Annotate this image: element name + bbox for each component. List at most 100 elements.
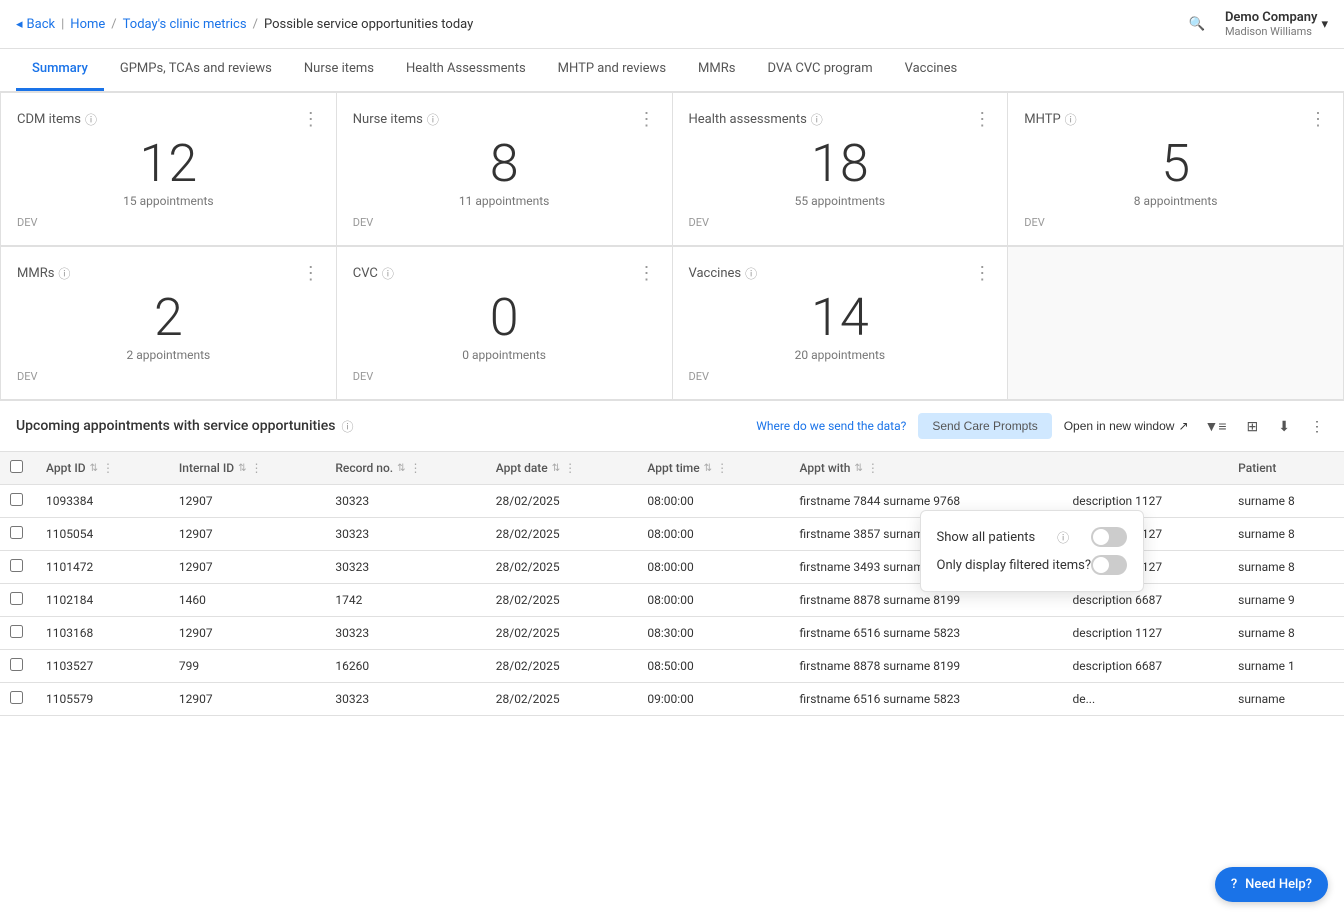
- tab-nurse[interactable]: Nurse items: [288, 49, 390, 91]
- sort-record-no[interactable]: ⇅: [397, 463, 405, 474]
- menu-internal-id[interactable]: ⋮: [250, 461, 262, 475]
- cvc-info-icon[interactable]: ⓘ: [382, 265, 394, 282]
- app-header: ◂ Back | Home / Today's clinic metrics /…: [0, 0, 1344, 49]
- download-icon-button[interactable]: ⬇: [1274, 414, 1294, 439]
- tab-gpmps[interactable]: GPMPs, TCAs and reviews: [104, 49, 288, 91]
- cell-patient: surname 1: [1228, 650, 1344, 683]
- tab-bar: Summary GPMPs, TCAs and reviews Nurse it…: [0, 49, 1344, 92]
- options-popup: Show all patients ⓘ Only display filtere…: [920, 510, 1144, 592]
- health-info-icon[interactable]: ⓘ: [811, 111, 823, 128]
- sort-appt-time[interactable]: ⇅: [704, 463, 712, 474]
- mhtp-menu-icon[interactable]: ⋮: [1309, 109, 1327, 130]
- tab-summary[interactable]: Summary: [16, 49, 104, 91]
- company-name: Demo Company: [1225, 10, 1318, 25]
- tab-mmrs[interactable]: MMRs: [682, 49, 751, 91]
- tab-mhtp[interactable]: MHTP and reviews: [542, 49, 682, 91]
- health-menu-icon[interactable]: ⋮: [973, 109, 991, 130]
- tab-vaccines[interactable]: Vaccines: [889, 49, 974, 91]
- sort-appt-with[interactable]: ⇅: [854, 463, 862, 474]
- cell-record-no: 30323: [325, 485, 485, 518]
- filtered-toggle[interactable]: [1091, 555, 1127, 575]
- appointments-title-text: Upcoming appointments with service oppor…: [16, 418, 335, 434]
- card-mmrs: MMRs ⓘ ⋮ 2 2 appointments DEV: [1, 247, 337, 400]
- row-checkbox-1[interactable]: [10, 526, 23, 539]
- more-options-button[interactable]: ⋮: [1306, 414, 1328, 439]
- vaccines-menu-icon[interactable]: ⋮: [973, 263, 991, 284]
- select-all-checkbox[interactable]: [10, 460, 23, 473]
- breadcrumb-clinic[interactable]: Today's clinic metrics: [123, 17, 247, 32]
- card-cdm: CDM items ⓘ ⋮ 12 15 appointments DEV: [1, 93, 337, 246]
- mmrs-info-icon[interactable]: ⓘ: [58, 265, 70, 282]
- mmrs-menu-icon[interactable]: ⋮: [302, 263, 320, 284]
- sort-appt-date[interactable]: ⇅: [552, 463, 560, 474]
- menu-appt-date[interactable]: ⋮: [564, 461, 576, 475]
- menu-appt-time[interactable]: ⋮: [716, 461, 728, 475]
- cell-internal-id: 12907: [169, 518, 325, 551]
- row-checkbox-4[interactable]: [10, 625, 23, 638]
- appointments-actions: Where do we send the data? Send Care Pro…: [756, 413, 1328, 439]
- tab-dva[interactable]: DVA CVC program: [751, 49, 888, 91]
- cell-appt-id: 1103168: [36, 617, 169, 650]
- cell-appt-id: 1105579: [36, 683, 169, 716]
- mmrs-number: 2: [17, 292, 320, 344]
- show-all-toggle[interactable]: [1091, 527, 1127, 547]
- mhtp-info-icon[interactable]: ⓘ: [1065, 111, 1077, 128]
- columns-icon-button[interactable]: ⊞: [1243, 414, 1263, 439]
- cell-appt-id: 1101472: [36, 551, 169, 584]
- row-checkbox-5[interactable]: [10, 658, 23, 671]
- nurse-menu-icon[interactable]: ⋮: [638, 109, 656, 130]
- back-button[interactable]: ◂ Back: [16, 17, 55, 32]
- need-help-button[interactable]: ? Need Help?: [1215, 867, 1328, 902]
- cell-patient: surname 9: [1228, 584, 1344, 617]
- cell-desc: description 6687: [1063, 650, 1229, 683]
- filter-icon-button[interactable]: ▼≡: [1201, 414, 1231, 438]
- row-checkbox-2[interactable]: [10, 559, 23, 572]
- open-new-window-button[interactable]: Open in new window ↗: [1064, 419, 1189, 433]
- appointments-info-icon[interactable]: ⓘ: [341, 418, 353, 435]
- user-menu[interactable]: Demo Company Madison Williams ▾: [1225, 10, 1328, 38]
- show-all-label: Show all patients: [937, 530, 1036, 545]
- cdm-tag: DEV: [17, 216, 320, 229]
- tab-health[interactable]: Health Assessments: [390, 49, 542, 91]
- search-button[interactable]: 🔍: [1181, 8, 1213, 40]
- cdm-title: CDM items: [17, 112, 81, 127]
- show-all-info-icon[interactable]: ⓘ: [1057, 529, 1069, 546]
- cell-appt-id: 1102184: [36, 584, 169, 617]
- card-cvc: CVC ⓘ ⋮ 0 0 appointments DEV: [337, 247, 673, 400]
- nurse-info-icon[interactable]: ⓘ: [427, 111, 439, 128]
- nurse-number: 8: [353, 138, 656, 190]
- cell-patient: surname 8: [1228, 551, 1344, 584]
- menu-appt-with[interactable]: ⋮: [867, 461, 879, 475]
- metrics-row-1: CDM items ⓘ ⋮ 12 15 appointments DEV Nur…: [0, 92, 1344, 246]
- appointments-section: Upcoming appointments with service oppor…: [0, 400, 1344, 716]
- cell-patient: surname 8: [1228, 485, 1344, 518]
- table-row: 1103168 12907 30323 28/02/2025 08:30:00 …: [0, 617, 1344, 650]
- sort-appt-id[interactable]: ⇅: [90, 463, 98, 474]
- breadcrumb-home[interactable]: Home: [70, 17, 105, 32]
- th-appt-time: Appt time ⇅ ⋮: [637, 452, 789, 485]
- menu-appt-id[interactable]: ⋮: [102, 461, 114, 475]
- external-link-icon: ↗: [1178, 419, 1188, 433]
- sort-internal-id[interactable]: ⇅: [238, 463, 246, 474]
- cell-appt-time: 08:00:00: [637, 518, 789, 551]
- vaccines-tag: DEV: [689, 370, 992, 383]
- cvc-menu-icon[interactable]: ⋮: [638, 263, 656, 284]
- menu-record-no[interactable]: ⋮: [410, 461, 422, 475]
- mhtp-appointments: 8 appointments: [1024, 194, 1327, 208]
- where-data-link[interactable]: Where do we send the data?: [756, 419, 906, 433]
- help-icon: ?: [1231, 877, 1237, 892]
- card-mhtp: MHTP ⓘ ⋮ 5 8 appointments DEV: [1008, 93, 1344, 246]
- cell-appt-date: 28/02/2025: [486, 518, 638, 551]
- vaccines-info-icon[interactable]: ⓘ: [745, 265, 757, 282]
- cdm-menu-icon[interactable]: ⋮: [302, 109, 320, 130]
- nurse-title: Nurse items: [353, 112, 423, 127]
- send-care-prompts-button[interactable]: Send Care Prompts: [918, 413, 1051, 439]
- cell-patient: surname 8: [1228, 617, 1344, 650]
- row-checkbox-6[interactable]: [10, 691, 23, 704]
- th-appt-with: Appt with ⇅ ⋮: [790, 452, 1063, 485]
- cdm-info-icon[interactable]: ⓘ: [85, 111, 97, 128]
- row-checkbox-0[interactable]: [10, 493, 23, 506]
- cvc-appointments: 0 appointments: [353, 348, 656, 362]
- row-checkbox-3[interactable]: [10, 592, 23, 605]
- header-actions: 🔍 Demo Company Madison Williams ▾: [1181, 8, 1328, 40]
